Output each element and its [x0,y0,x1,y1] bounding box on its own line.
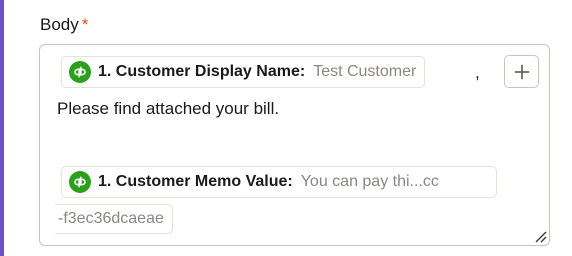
body-label-text: Body [40,15,79,34]
token-label: 1. Customer Display Name: [98,63,306,80]
token-label: 1. Customer Memo Value: [98,173,293,190]
left-accent-bar [0,0,4,256]
quickbooks-icon [69,171,91,193]
resize-grip-icon[interactable] [533,229,547,243]
customer-memo-value-token-continued[interactable]: -f3ec36dcaeae [55,204,173,234]
add-field-button[interactable] [504,55,539,88]
quickbooks-icon [69,61,91,83]
body-text-line: Please find attached your bill. [57,99,280,118]
plus-icon [514,64,529,79]
comma-text: , [475,63,480,82]
token-value: You can pay thi...cc [300,173,439,190]
customer-display-name-token[interactable]: 1. Customer Display Name: Test Customer [61,56,426,88]
token-value-continued: -f3ec36dcaeae [58,210,164,227]
body-field-label: Body * [40,15,88,35]
token-value: Test Customer [313,63,417,80]
required-indicator: * [81,15,89,34]
customer-memo-value-token[interactable]: 1. Customer Memo Value: You can pay thi.… [61,166,497,198]
